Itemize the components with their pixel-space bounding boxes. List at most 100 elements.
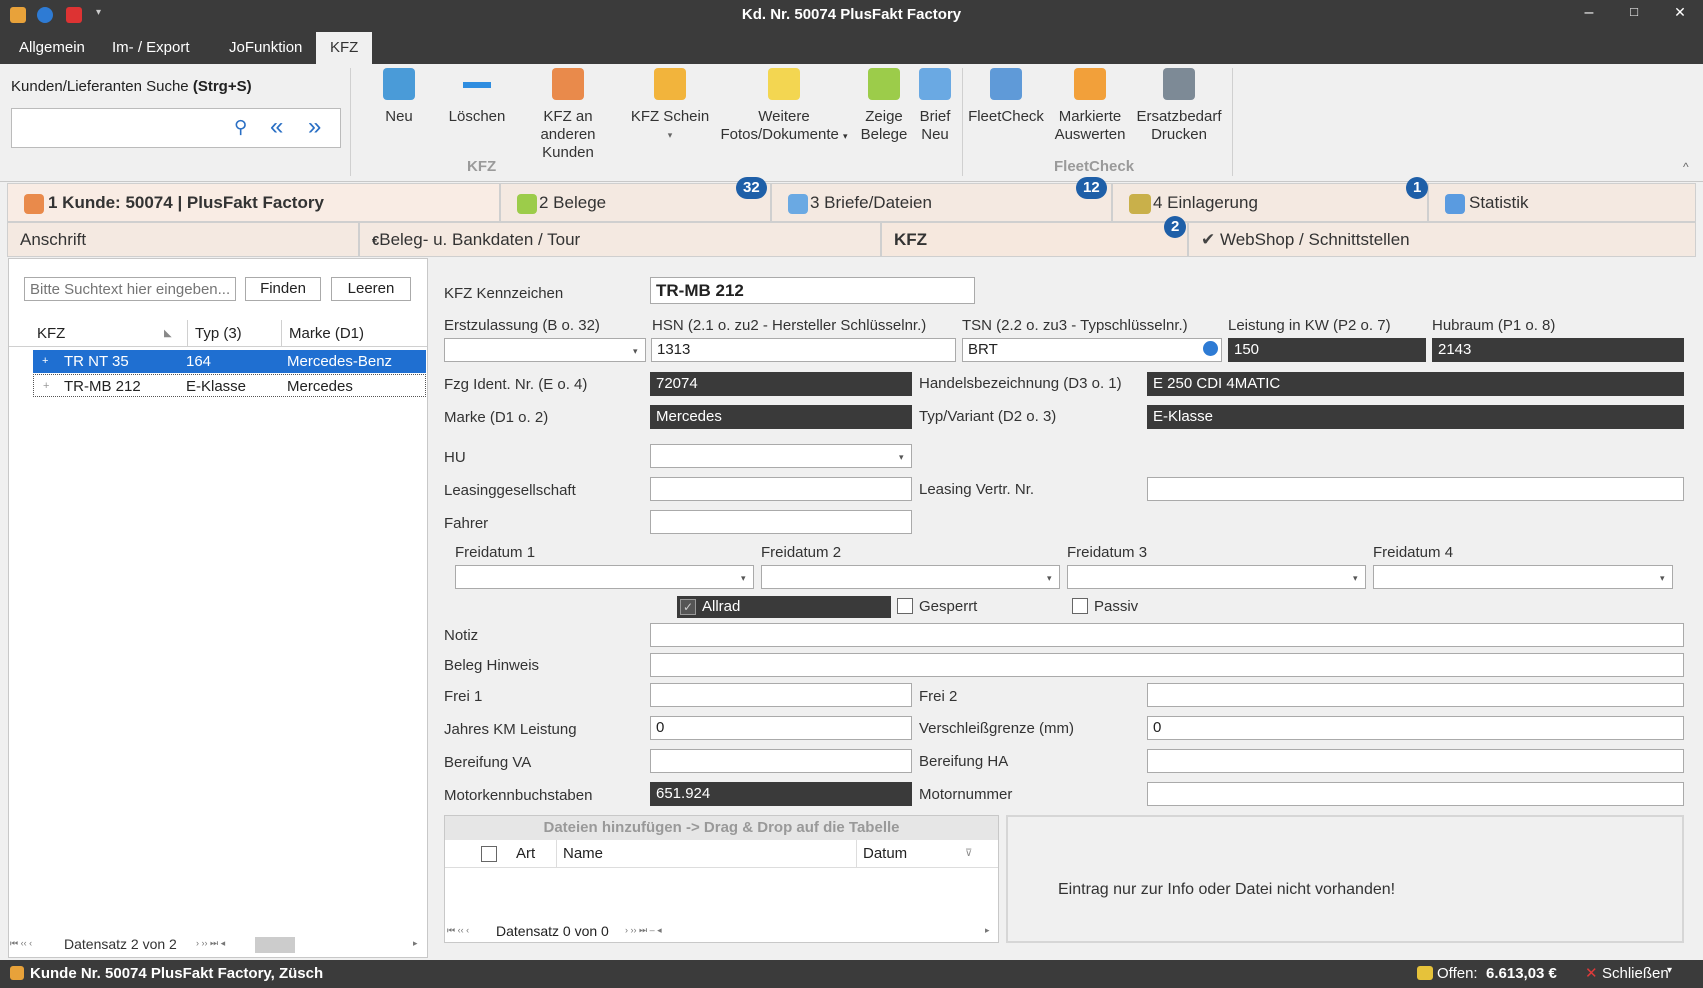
find-button[interactable]: Finden bbox=[245, 277, 321, 301]
vehicle-search-input[interactable] bbox=[24, 277, 236, 301]
ribbon-separator bbox=[1232, 68, 1233, 176]
tab-statistik-label: Statistik bbox=[1469, 193, 1529, 212]
file-preview-panel: Eintrag nur zur Info oder Datei nicht vo… bbox=[1006, 815, 1684, 943]
scroll-right-icon[interactable]: ▸ bbox=[985, 925, 990, 936]
column-kfz[interactable]: KFZ bbox=[37, 320, 65, 347]
column-name[interactable]: Name bbox=[556, 840, 603, 868]
zeige-belege-button[interactable]: Zeige Belege bbox=[858, 68, 910, 144]
subtab-anschrift[interactable]: Anschrift bbox=[7, 222, 359, 257]
column-marke[interactable]: Marke (D1) bbox=[281, 320, 364, 347]
chevron-down-icon[interactable]: ▾ bbox=[633, 346, 638, 357]
globe-lookup-icon[interactable] bbox=[1203, 341, 1218, 356]
verschleissgrenze-input[interactable]: 0 bbox=[1147, 716, 1684, 740]
table-row[interactable]: + TR NT 35 164 Mercedes-Benz bbox=[33, 350, 426, 373]
chevron-down-icon[interactable]: ▾ bbox=[899, 452, 904, 463]
passiv-checkbox[interactable] bbox=[1072, 598, 1088, 614]
subtab-webshop[interactable]: ✔ WebShop / Schnittstellen bbox=[1188, 222, 1696, 257]
chevron-down-icon[interactable]: ▾ bbox=[1047, 573, 1052, 584]
next-customer-button[interactable]: » bbox=[308, 113, 321, 141]
magnifier-icon[interactable]: ⚲ bbox=[234, 117, 247, 138]
notiz-input[interactable] bbox=[650, 623, 1684, 647]
nav-first-icon[interactable]: ⏮ ‹‹ ‹ bbox=[10, 938, 32, 949]
fahrer-input[interactable] bbox=[650, 510, 912, 534]
bereifung-ha-input[interactable] bbox=[1147, 749, 1684, 773]
ersatzbedarf-drucken-button[interactable]: Ersatzbedarf Drucken bbox=[1134, 68, 1224, 144]
expand-icon[interactable]: + bbox=[43, 375, 49, 398]
customer-search-input[interactable] bbox=[14, 115, 224, 141]
jahres-km-input[interactable]: 0 bbox=[650, 716, 912, 740]
column-typ[interactable]: Typ (3) bbox=[187, 320, 242, 347]
chevron-down-icon[interactable]: ▾ bbox=[1660, 573, 1665, 584]
frei1-label: Frei 1 bbox=[444, 688, 483, 705]
tab-statistik[interactable]: Statistik bbox=[1428, 183, 1696, 222]
leistung-input: 150 bbox=[1228, 338, 1426, 362]
neu-button[interactable]: Neu bbox=[372, 68, 426, 126]
subtab-kfz[interactable]: KFZ bbox=[881, 222, 1188, 257]
bereifung-va-input[interactable] bbox=[650, 749, 912, 773]
tab-allgemein[interactable]: Allgemein bbox=[5, 32, 99, 64]
collapse-ribbon-icon[interactable]: ^ bbox=[1683, 160, 1689, 174]
previous-customer-button[interactable]: « bbox=[270, 113, 283, 141]
gesperrt-checkbox[interactable] bbox=[897, 598, 913, 614]
files-grid[interactable]: Dateien hinzufügen -> Drag & Drop auf di… bbox=[444, 815, 999, 943]
tab-einlagerung[interactable]: 4 Einlagerung bbox=[1112, 183, 1428, 222]
nav-next-icon[interactable]: › ›› ⏭ – ◂ bbox=[625, 925, 662, 936]
loeschen-button[interactable]: Löschen bbox=[446, 68, 508, 126]
freidatum-3-input[interactable] bbox=[1067, 565, 1366, 589]
kennzeichen-input[interactable]: TR-MB 212 bbox=[650, 277, 975, 304]
tab-kfz[interactable]: KFZ bbox=[316, 32, 373, 64]
nav-first-icon[interactable]: ⏮ ‹‹ ‹ bbox=[447, 925, 469, 936]
kfz-schein-button[interactable]: KFZ Schein ▾ bbox=[630, 68, 710, 144]
subtab-beleg-bankdaten[interactable]: €Beleg- u. Bankdaten / Tour bbox=[359, 222, 881, 257]
weitere-fotos-dokumente-button[interactable]: Weitere Fotos/Dokumente ▾ bbox=[716, 68, 852, 145]
close-window-button[interactable]: ✕ bbox=[1668, 4, 1692, 21]
select-all-checkbox[interactable] bbox=[481, 846, 497, 862]
column-art[interactable]: Art bbox=[516, 840, 535, 868]
horizontal-scrollbar[interactable] bbox=[255, 937, 295, 953]
markierte-auswerten-button[interactable]: Markierte Auswerten bbox=[1050, 68, 1130, 144]
erstzulassung-label: Erstzulassung (B o. 32) bbox=[444, 317, 600, 334]
hubraum-label: Hubraum (P1 o. 8) bbox=[1432, 317, 1556, 334]
frei1-input[interactable] bbox=[650, 683, 912, 707]
tab-kunde[interactable]: 1 Kunde: 50074 | PlusFakt Factory bbox=[7, 183, 500, 222]
scroll-right-icon[interactable]: ▸ bbox=[413, 938, 418, 949]
leasinggesellschaft-label: Leasinggesellschaft bbox=[444, 482, 576, 499]
offen-amount: 6.613,03 € bbox=[1486, 965, 1557, 982]
clear-button[interactable]: Leeren bbox=[331, 277, 411, 301]
briefe-count-badge: 12 bbox=[1076, 177, 1107, 199]
fleetcheck-button[interactable]: FleetCheck bbox=[968, 68, 1044, 126]
table-row[interactable]: + TR-MB 212 E-Klasse Mercedes bbox=[33, 374, 426, 397]
freidatum-2-input[interactable] bbox=[761, 565, 1060, 589]
freidatum-4-input[interactable] bbox=[1373, 565, 1673, 589]
leasinggesellschaft-input[interactable] bbox=[650, 477, 912, 501]
chevron-down-icon[interactable]: ▾ bbox=[1667, 965, 1672, 976]
tab-belege[interactable]: 2 Belege bbox=[500, 183, 771, 222]
leasing-vertrag-input[interactable] bbox=[1147, 477, 1684, 501]
erstzulassung-date-input[interactable] bbox=[444, 338, 646, 362]
kfz-an-anderen-kunden-button[interactable]: KFZ an anderen Kunden bbox=[514, 68, 622, 162]
tab-jofunktion[interactable]: JoFunktion bbox=[215, 32, 316, 64]
minimize-button[interactable]: – bbox=[1577, 4, 1601, 22]
motornummer-input[interactable] bbox=[1147, 782, 1684, 806]
brief-neu-button[interactable]: Brief Neu bbox=[914, 68, 956, 144]
chevron-down-icon[interactable]: ▾ bbox=[741, 573, 746, 584]
allrad-checkbox-row[interactable]: ✓ Allrad bbox=[677, 596, 891, 618]
hsn-input[interactable]: 1313 bbox=[651, 338, 956, 362]
car-add-icon bbox=[383, 68, 415, 100]
filter-icon[interactable]: ⊽ bbox=[965, 840, 972, 868]
tab-im-export[interactable]: Im- / Export bbox=[98, 32, 204, 64]
hu-date-input[interactable] bbox=[650, 444, 912, 468]
expand-icon[interactable]: + bbox=[42, 350, 48, 373]
beleg-hinweis-input[interactable] bbox=[650, 653, 1684, 677]
chevron-down-icon[interactable]: ▾ bbox=[1353, 573, 1358, 584]
freidatum-1-input[interactable] bbox=[455, 565, 754, 589]
tsn-input[interactable]: BRT bbox=[962, 338, 1222, 362]
nav-next-icon[interactable]: › ›› ⏭ ◂ bbox=[196, 938, 225, 949]
schliessen-button[interactable]: Schließen bbox=[1602, 965, 1669, 982]
close-icon[interactable]: ✕ bbox=[1585, 964, 1598, 982]
tab-briefe-dateien[interactable]: 3 Briefe/Dateien bbox=[771, 183, 1112, 222]
maximize-button[interactable]: □ bbox=[1622, 4, 1646, 19]
column-datum[interactable]: Datum bbox=[856, 840, 907, 868]
allrad-checkbox[interactable]: ✓ bbox=[680, 599, 696, 615]
frei2-input[interactable] bbox=[1147, 683, 1684, 707]
